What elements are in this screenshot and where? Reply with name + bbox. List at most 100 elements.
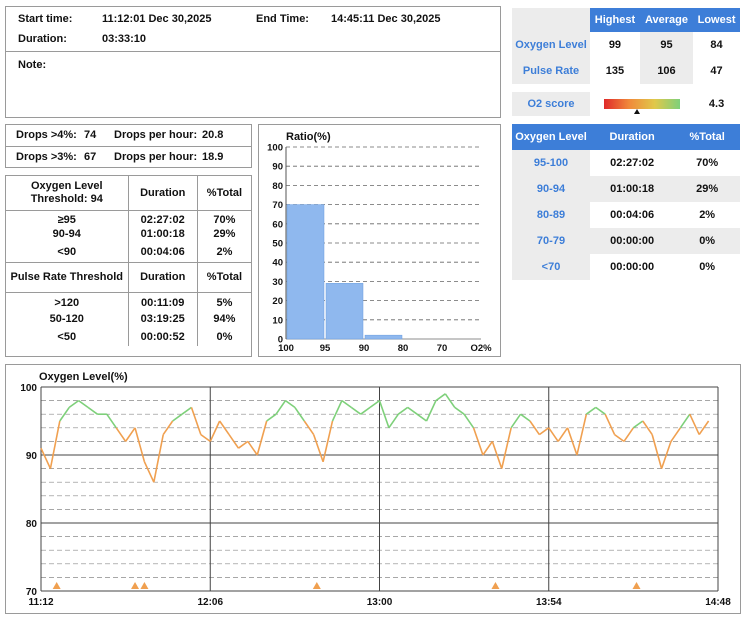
oxygen-series-segment bbox=[312, 434, 324, 463]
oxygen-series-segment bbox=[115, 427, 127, 442]
o2-table-duration: 01:00:18 bbox=[590, 176, 675, 202]
ratio-y-tick-label: 10 bbox=[272, 315, 283, 326]
threshold-duration-header: Duration bbox=[128, 262, 198, 293]
ratio-x-tick-label: 95 bbox=[320, 343, 331, 354]
oxygen-series-segment bbox=[425, 400, 437, 422]
oxygen-series-segment bbox=[670, 427, 682, 442]
o2-table-pct: 2% bbox=[699, 209, 716, 221]
oxygen-series-segment bbox=[463, 413, 475, 429]
oxygen-series-segment bbox=[623, 427, 635, 442]
drops-4-value: 74 bbox=[84, 129, 97, 141]
summary-header-lowest: Lowest bbox=[693, 8, 740, 32]
oxygen-chart-title: Oxygen Level(%) bbox=[39, 371, 128, 383]
o2-threshold-header-line2: Threshold: 94 bbox=[30, 192, 103, 205]
oxygen-series-segment bbox=[689, 413, 700, 435]
oxygen-series-segment bbox=[407, 406, 418, 415]
oxygen-series-segment bbox=[285, 399, 296, 409]
duration-label: Duration: bbox=[18, 33, 67, 45]
summary-cell: 135 bbox=[605, 65, 625, 77]
oxygen-series-segment bbox=[416, 413, 427, 422]
ratio-y-tick-label: 80 bbox=[272, 181, 283, 192]
o2-table-duration: 02:27:02 bbox=[610, 157, 655, 169]
oxygen-series-segment bbox=[500, 427, 512, 469]
oxygen-series-segment bbox=[520, 413, 531, 422]
threshold-pct-header: %Total bbox=[197, 262, 251, 293]
oxygen-y-tick-label: 90 bbox=[26, 451, 38, 462]
oxygen-series-segment bbox=[614, 433, 625, 443]
ratio-x-tick-label: 90 bbox=[359, 343, 370, 354]
o2-table-header: %Total bbox=[674, 124, 740, 150]
oxygen-series-segment bbox=[200, 433, 211, 443]
o2-table-range: 70-79 bbox=[512, 228, 590, 254]
threshold-table: Oxygen Level Threshold: 94 Duration %Tot… bbox=[6, 176, 251, 346]
oxygen-x-tick-label: 12:06 bbox=[197, 597, 223, 608]
ratio-bar bbox=[364, 334, 403, 340]
o2-table-duration: 00:00:00 bbox=[610, 261, 655, 273]
summary-header-highest: Highest bbox=[590, 8, 640, 32]
ratio-y-tick-label: 90 bbox=[272, 162, 283, 173]
o2-threshold-duration: 01:00:18 bbox=[128, 226, 198, 242]
o2-table-range: <70 bbox=[512, 254, 590, 280]
threshold-duration-header: Duration bbox=[128, 176, 198, 211]
oxygen-series-segment bbox=[266, 413, 277, 422]
o2-table-pct: 0% bbox=[699, 261, 716, 273]
ratio-chart-panel: Ratio(%) 0 10 20 30 40 50 60 70 80 90 100 100 95 90 80 7… bbox=[258, 124, 501, 357]
o2-threshold-duration: 02:27:02 bbox=[128, 210, 198, 226]
summary-stats-table: Highest Average Lowest Oxygen Level 99 9… bbox=[512, 8, 740, 116]
drops-3-hour-label: Drops per hour: bbox=[114, 151, 198, 163]
summary-cell: 106 bbox=[639, 58, 694, 84]
oxygen-series-segment bbox=[369, 399, 380, 409]
ratio-y-tick-label: 50 bbox=[272, 239, 283, 250]
oxygen-series-segment bbox=[124, 427, 136, 442]
oxygen-series-segment bbox=[397, 406, 409, 415]
oxygen-series-segment bbox=[181, 406, 192, 415]
summary-row-label: Oxygen Level bbox=[512, 32, 590, 58]
o2-score-bar-cell bbox=[590, 92, 693, 116]
o2-threshold-range: <90 bbox=[6, 242, 129, 263]
oxygen-series-segment bbox=[435, 393, 446, 402]
oxygen-series-segment bbox=[510, 413, 522, 429]
ratio-x-tick-label: 70 bbox=[437, 343, 448, 354]
pulse-threshold-header: Pulse Rate Threshold bbox=[6, 262, 129, 293]
oxygen-series-segment bbox=[576, 414, 588, 456]
o2-table-pct: 70% bbox=[696, 157, 719, 169]
o2-table-header: Duration bbox=[590, 124, 675, 150]
o2-table-range: 90-94 bbox=[512, 176, 590, 202]
pulse-threshold-duration: 03:19:25 bbox=[128, 310, 198, 328]
end-time-label: End Time: bbox=[256, 13, 309, 25]
oxygen-y-tick-label: 100 bbox=[20, 383, 37, 394]
drops-4-hour-label: Drops per hour: bbox=[114, 129, 198, 141]
oxygen-series-segment bbox=[350, 406, 362, 415]
desaturation-event-icon bbox=[140, 582, 149, 589]
oxygen-series-segment bbox=[360, 406, 371, 415]
note-label: Note: bbox=[18, 59, 47, 71]
oxygen-series-segment bbox=[548, 427, 559, 442]
oxygen-series-segment bbox=[566, 427, 578, 456]
oxygen-series-segment bbox=[585, 406, 597, 415]
desaturation-event-icon bbox=[312, 582, 321, 589]
ratio-y-tick-label: 30 bbox=[272, 277, 283, 288]
oxygen-y-tick-label: 80 bbox=[26, 519, 38, 530]
o2-threshold-header-line1: Oxygen Level bbox=[30, 179, 103, 192]
ratio-bar bbox=[325, 283, 364, 340]
ratio-bar bbox=[286, 204, 325, 340]
summary-cell: 84 bbox=[710, 39, 723, 51]
oxygen-series-segment bbox=[604, 413, 616, 435]
threshold-pct-header: %Total bbox=[197, 176, 251, 211]
oxygen-series-segment bbox=[275, 400, 287, 415]
ratio-x-tick-label: O2% bbox=[470, 343, 492, 354]
oxygen-series-segment bbox=[632, 420, 644, 429]
oxygen-series-segment bbox=[190, 407, 202, 435]
oxygen-series-segment bbox=[454, 406, 465, 415]
ratio-y-tick-label: 100 bbox=[267, 143, 283, 154]
oxygen-chart-panel: Oxygen Level(%) 70 80 90 100 11:12 12:06 13:00 1… bbox=[5, 364, 741, 614]
oxygen-series-segment bbox=[40, 447, 52, 469]
oxygen-series-segment bbox=[538, 427, 550, 436]
summary-cell: 47 bbox=[710, 65, 723, 77]
o2-table-range: 95-100 bbox=[512, 150, 590, 176]
drops-divider bbox=[6, 146, 251, 147]
o2-table-duration: 00:04:06 bbox=[610, 209, 655, 221]
threshold-panel: Oxygen Level Threshold: 94 Duration %Tot… bbox=[5, 175, 252, 357]
o2-threshold-range: 90-94 bbox=[6, 226, 129, 242]
session-divider bbox=[6, 51, 500, 52]
